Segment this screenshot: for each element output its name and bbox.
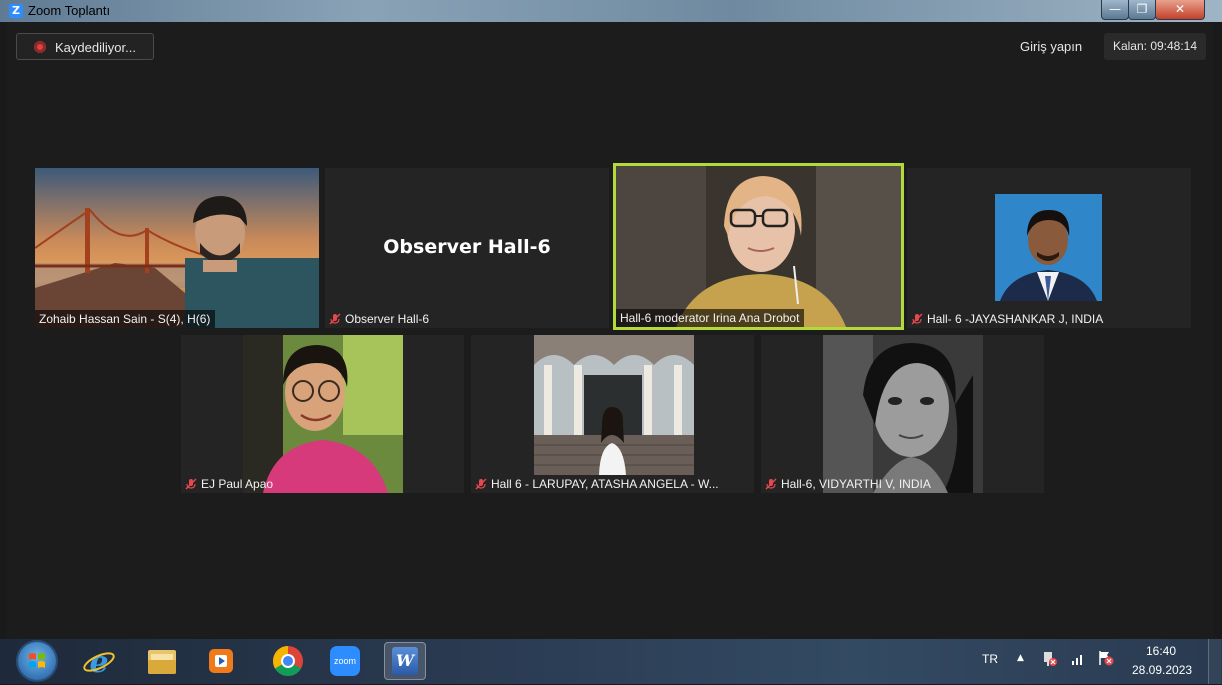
participant-video xyxy=(534,335,694,475)
window-title-bar[interactable]: Z Zoom Toplantı — ❐ ✕ xyxy=(0,0,1222,22)
signal-strength-icon[interactable] xyxy=(1071,653,1085,665)
show-hidden-icons-icon[interactable]: ▲ xyxy=(1017,653,1024,663)
participant-tile-larupay[interactable]: Hall 6 - LARUPAY, ATASHA ANGELA - W... xyxy=(471,335,754,493)
participant-name-label: EJ Paul Apao xyxy=(181,475,278,493)
word-taskbar-button[interactable]: W xyxy=(384,642,426,680)
participant-tile-observer[interactable]: Observer Hall-6 Observer Hall-6 xyxy=(325,168,609,328)
media-player-button[interactable] xyxy=(202,642,240,680)
participant-tile-jayashankar[interactable]: Hall- 6 -JAYASHANKAR J, INDIA xyxy=(907,168,1191,328)
participant-video xyxy=(243,335,403,493)
participant-tile-vidyarthi[interactable]: Hall-6, VIDYARTHI V, INDIA xyxy=(761,335,1044,493)
signin-link[interactable]: Giriş yapın xyxy=(1020,39,1082,54)
maximize-button[interactable]: ❐ xyxy=(1128,0,1156,20)
language-indicator[interactable]: TR xyxy=(982,652,998,666)
network-icon[interactable] xyxy=(1042,650,1058,668)
start-orb-button[interactable] xyxy=(18,642,56,680)
participant-video xyxy=(616,166,901,327)
participant-name-label: Hall 6 - LARUPAY, ATASHA ANGELA - W... xyxy=(471,475,724,493)
windows-taskbar: e zoom W TR ▲ 16:40 28.09.2023 xyxy=(0,639,1222,684)
action-center-flag-icon[interactable] xyxy=(1097,649,1115,667)
folder-icon xyxy=(148,650,176,674)
mic-muted-icon xyxy=(185,478,197,490)
close-button[interactable]: ✕ xyxy=(1155,0,1205,20)
show-desktop-button[interactable] xyxy=(1208,639,1221,684)
mic-muted-icon xyxy=(765,478,777,490)
participant-name-label: Observer Hall-6 xyxy=(325,310,434,328)
participant-tile-ej-paul[interactable]: EJ Paul Apao xyxy=(181,335,464,493)
recording-dot-icon xyxy=(34,41,46,53)
recording-label: Kaydediliyor... xyxy=(55,40,136,55)
chrome-button[interactable] xyxy=(269,642,307,680)
clock-time[interactable]: 16:40 xyxy=(1146,644,1176,658)
chrome-icon xyxy=(272,646,303,677)
participant-tile-zohaib[interactable]: Zohaib Hassan Sain - S(4), H(6) xyxy=(35,168,319,328)
zoom-app-icon: zoom xyxy=(330,646,360,676)
window-title: Zoom Toplantı xyxy=(28,3,111,18)
internet-explorer-button[interactable]: e xyxy=(80,642,118,680)
word-app-icon: W xyxy=(392,647,418,675)
participant-video xyxy=(995,194,1102,301)
participant-display-name: Observer Hall-6 xyxy=(383,236,551,258)
file-explorer-button[interactable] xyxy=(143,642,181,680)
participant-video xyxy=(35,168,319,328)
internet-explorer-icon: e xyxy=(83,645,115,680)
meeting-gallery-view: Kaydediliyor... Giriş yapın Kalan: 09:48… xyxy=(7,22,1213,639)
media-player-icon xyxy=(209,649,233,673)
participant-tile-moderator[interactable]: Hall-6 moderator Irina Ana Drobot xyxy=(613,163,904,330)
mic-muted-icon xyxy=(911,313,923,325)
minimize-button[interactable]: — xyxy=(1101,0,1129,20)
participant-name-label: Hall-6 moderator Irina Ana Drobot xyxy=(616,309,805,327)
participant-name-label: Hall- 6 -JAYASHANKAR J, INDIA xyxy=(907,310,1108,328)
zoom-logo-icon: Z xyxy=(9,4,23,18)
participant-name-label: Zohaib Hassan Sain - S(4), H(6) xyxy=(35,310,216,328)
windows-logo-icon xyxy=(29,653,45,668)
svg-text:e: e xyxy=(89,645,108,680)
mic-muted-icon xyxy=(329,313,341,325)
participant-name-label: Hall-6, VIDYARTHI V, INDIA xyxy=(761,475,936,493)
recording-indicator[interactable]: Kaydediliyor... xyxy=(16,33,154,60)
clock-date[interactable]: 28.09.2023 xyxy=(1132,663,1192,677)
mic-muted-icon xyxy=(475,478,487,490)
zoom-taskbar-button[interactable]: zoom xyxy=(326,642,364,680)
time-remaining-badge: Kalan: 09:48:14 xyxy=(1104,33,1206,60)
participant-video xyxy=(823,335,983,493)
